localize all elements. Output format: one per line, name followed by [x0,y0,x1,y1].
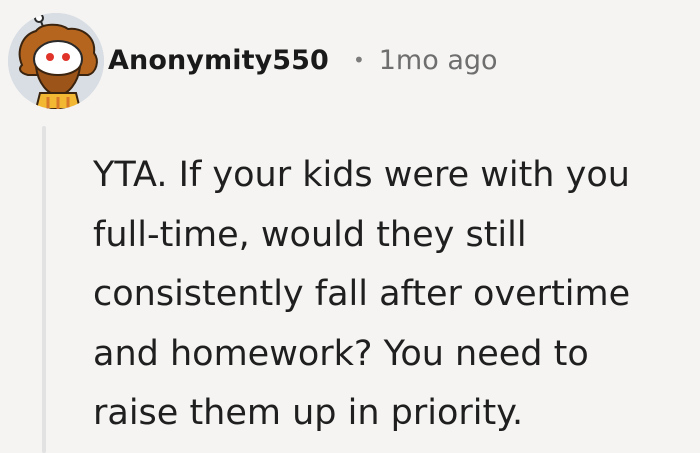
comment-body-line: raise them up in priority. [93,393,524,433]
comment-body-line: and homework? You need to [93,333,589,374]
comment-body-line: YTA. If your kids were with you [93,155,630,195]
comment-meta: Anonymity550 • 1mo ago [108,38,498,82]
comment: Anonymity550 • 1mo ago YTA. If your kids… [0,0,700,453]
avatar[interactable] [8,13,104,109]
comment-body-line: consistently fall after overtime [93,274,631,314]
comment-body: YTA. If your kids were with you full-tim… [93,146,683,444]
timestamp: 1mo ago [378,44,498,76]
avatar-illustration-icon [8,13,104,109]
comment-body-line: full-time, would they still [93,214,527,255]
thread-line[interactable] [42,126,46,453]
username-link[interactable]: Anonymity550 [108,45,329,76]
separator-dot: • [352,48,365,72]
